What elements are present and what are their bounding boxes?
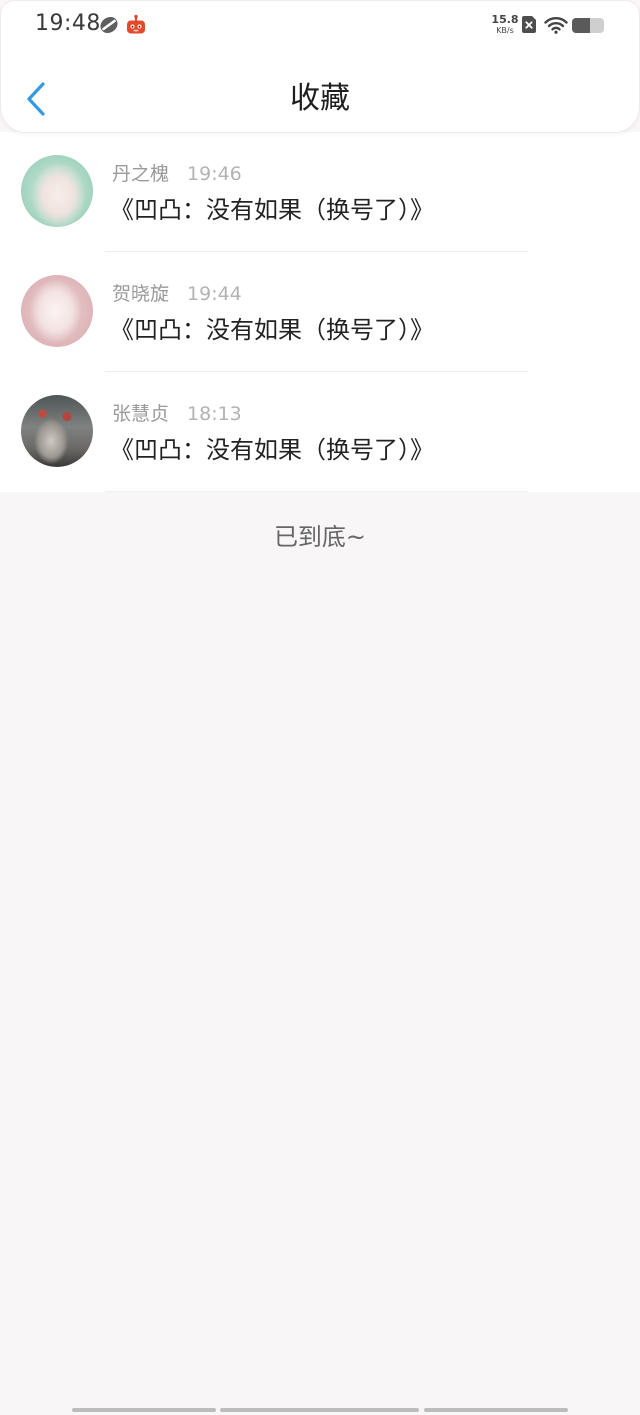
- timestamp: 19:44: [187, 283, 242, 305]
- end-of-list-label: 已到底~: [273, 523, 367, 551]
- user-name: 丹之槐: [112, 163, 170, 185]
- divider: [105, 491, 528, 492]
- timestamp: 19:46: [187, 163, 242, 185]
- gesture-bar-segment-left[interactable]: [72, 1408, 216, 1412]
- gesture-bar-segment-middle[interactable]: [220, 1408, 419, 1412]
- top-bar: 19:48 15.8 KB/s 收藏: [0, 0, 640, 133]
- timestamp: 18:13: [187, 403, 242, 425]
- item-meta: 贺晓旋 19:44: [112, 282, 242, 306]
- network-speed: 15.8 KB/s: [490, 13, 520, 36]
- avatar[interactable]: [21, 155, 93, 227]
- favorite-item[interactable]: 贺晓旋 19:44 《凹凸：没有如果（换号了）》: [0, 252, 640, 372]
- page-title: 收藏: [290, 81, 350, 116]
- favorite-content: 《凹凸：没有如果（换号了）》: [110, 316, 434, 344]
- battery-icon: [572, 18, 604, 33]
- user-name: 贺晓旋: [112, 283, 170, 305]
- avatar[interactable]: [21, 275, 93, 347]
- favorites-list: 丹之槐 19:46 《凹凸：没有如果（换号了）》 贺晓旋 19:44 《凹凸：没…: [0, 132, 640, 492]
- item-meta: 张慧贞 18:13: [112, 402, 242, 426]
- battery-level-fill: [572, 18, 590, 33]
- favorite-content: 《凹凸：没有如果（换号了）》: [110, 436, 434, 464]
- wifi-icon: [544, 17, 568, 34]
- favorite-item[interactable]: 张慧贞 18:13 《凹凸：没有如果（换号了）》: [0, 372, 640, 492]
- robot-app-icon: [127, 14, 145, 34]
- favorite-item[interactable]: 丹之槐 19:46 《凹凸：没有如果（换号了）》: [0, 132, 640, 252]
- network-speed-value: 15.8: [491, 13, 519, 26]
- gesture-bar-segment-right[interactable]: [424, 1408, 568, 1412]
- swirl-app-icon: [100, 16, 118, 34]
- favorite-content: 《凹凸：没有如果（换号了）》: [110, 196, 434, 224]
- item-meta: 丹之槐 19:46: [112, 162, 242, 186]
- network-speed-unit: KB/s: [496, 26, 514, 35]
- no-sim-icon: [522, 16, 536, 33]
- avatar[interactable]: [21, 395, 93, 467]
- status-time: 19:48: [35, 11, 101, 36]
- user-name: 张慧贞: [112, 403, 170, 425]
